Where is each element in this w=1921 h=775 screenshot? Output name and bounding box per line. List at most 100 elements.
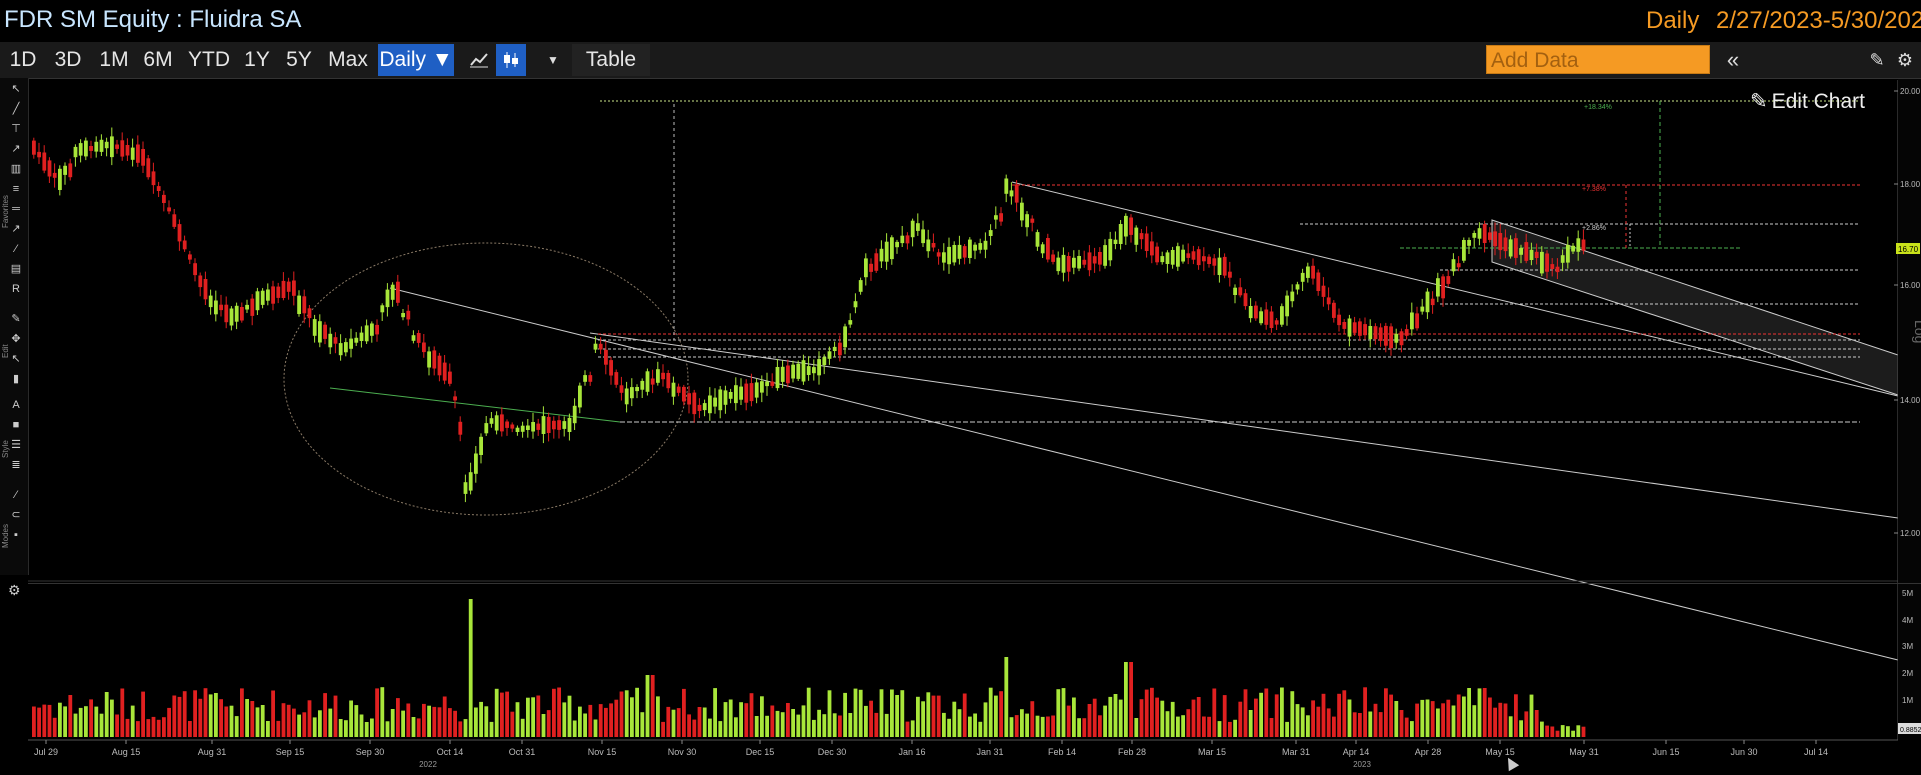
range-3d-button[interactable]: 3D [48, 44, 88, 76]
candle-body [874, 253, 879, 271]
fib-icon[interactable]: ≡ [8, 182, 24, 196]
range-ytd-button[interactable]: YTD [184, 44, 234, 76]
candle-body [390, 284, 395, 300]
candle-body [1056, 257, 1061, 272]
volume-bar [676, 708, 681, 737]
range-1y-button[interactable]: 1Y [240, 44, 274, 76]
candle-body [744, 383, 749, 403]
text-style-icon[interactable]: A [8, 398, 24, 412]
candle-body [973, 244, 977, 251]
lock-icon[interactable]: ▪ [8, 528, 24, 542]
range-1m-button[interactable]: 1M [94, 44, 134, 76]
pointer-icon[interactable]: ↖ [8, 82, 24, 96]
line-chart-icon[interactable] [464, 44, 494, 76]
volume-bar [1144, 689, 1149, 737]
trendline-icon[interactable]: ╱ [8, 102, 24, 116]
volume-bar [1186, 709, 1191, 737]
move-icon[interactable]: ✥ [8, 332, 24, 346]
x-tick-label: Jun 30 [1730, 747, 1757, 757]
pattern-icon[interactable]: ▤ [8, 262, 24, 276]
select-icon[interactable]: ↖ [8, 352, 24, 366]
line-style-icon[interactable]: ☰ [8, 438, 24, 452]
candle-body [1103, 245, 1107, 266]
channel-icon[interactable]: ▥ [8, 162, 24, 176]
edit-chart-button[interactable]: ✎ Edit Chart [1750, 86, 1865, 118]
volume-bar [916, 696, 920, 737]
parallel-icon[interactable]: ═ [8, 202, 24, 216]
magnet-icon[interactable]: ⊂ [8, 508, 24, 522]
candle-body [1004, 178, 1009, 194]
text-r-icon[interactable]: R [8, 282, 24, 296]
candle-body [968, 239, 972, 258]
volume-bar [474, 707, 478, 737]
candle-body [484, 423, 489, 434]
volume-bar [1425, 699, 1430, 737]
volume-bar [354, 705, 359, 737]
candle-body [926, 239, 931, 252]
volume-bar [1430, 701, 1435, 737]
candle-body [780, 366, 785, 382]
line-width-icon[interactable]: ≣ [8, 458, 24, 472]
add-data-input[interactable]: Add Data [1486, 45, 1710, 74]
volume-bar [604, 707, 608, 737]
fill-icon[interactable]: ■ [8, 418, 24, 432]
candle-body [328, 333, 333, 348]
last-volume-label: 0.8852 [1900, 727, 1921, 734]
volume-bar [432, 706, 437, 737]
volume-bar [1337, 693, 1341, 737]
ray-icon[interactable]: ↗ [8, 142, 24, 156]
eraser-icon[interactable]: ⁄ [8, 488, 24, 502]
candle-body [370, 323, 374, 336]
candle-body [1555, 266, 1560, 273]
collapse-chevron-icon[interactable]: « [1718, 44, 1748, 76]
interval-dropdown[interactable]: Daily ▼ [378, 44, 454, 76]
settings-gear-icon[interactable]: ⚙ [1890, 44, 1920, 76]
volume-bar [520, 718, 525, 737]
range-6m-button[interactable]: 6M [138, 44, 178, 76]
trash-icon[interactable]: ▮ [8, 372, 24, 386]
security-title: FDR SM Equity : Fluidra SA [4, 6, 302, 33]
table-button[interactable]: Table [572, 44, 650, 76]
volume-bar [42, 704, 47, 737]
range-1d-button[interactable]: 1D [4, 44, 42, 76]
candle-body [141, 149, 145, 166]
volume-bar [448, 708, 452, 737]
brush-icon[interactable]: ⁄ [8, 242, 24, 256]
volume-bar [1082, 718, 1087, 737]
volume-bar [1503, 703, 1508, 737]
horizontal-line-icon[interactable]: ⊤ [8, 122, 24, 136]
volume-bar [458, 721, 463, 737]
candle-body [1030, 218, 1035, 223]
volume-bar [926, 692, 931, 737]
volume-bar [349, 700, 353, 737]
chart-type-dropdown-icon[interactable]: ▼ [538, 44, 568, 76]
range-max-button[interactable]: Max [324, 44, 372, 76]
candle-body [697, 404, 702, 411]
candle-body [58, 168, 62, 190]
volume-bar [578, 706, 582, 737]
volume-settings-gear-icon[interactable]: ⚙ [8, 582, 21, 599]
candle-body [1134, 227, 1139, 245]
candle-body [1462, 240, 1466, 261]
volume-bar [68, 695, 73, 737]
volume-bar [1285, 721, 1289, 737]
date-range[interactable]: 2/27/2023-5/30/2023 [1716, 7, 1921, 35]
pen-icon[interactable]: ✎ [8, 312, 24, 326]
trendline [1011, 181, 1899, 397]
candlestick-chart-icon[interactable] [496, 44, 526, 76]
price-chart[interactable]: +18.34% +7.38% +2.86% 20.00 18.00 16.00 14.00… [0, 0, 1921, 775]
range-5y-button[interactable]: 5Y [280, 44, 318, 76]
pane-divider[interactable] [28, 583, 1921, 584]
volume-bar [1342, 690, 1347, 737]
candle-body [812, 367, 816, 374]
candle-body [562, 421, 567, 429]
arrow-icon[interactable]: ↗ [8, 222, 24, 236]
candle-body [895, 241, 899, 248]
edit-layout-icon[interactable]: ✎ [1862, 44, 1892, 76]
candle-body [1129, 217, 1133, 235]
candle-body [297, 295, 301, 314]
volume-bar [1295, 704, 1300, 737]
candle-body [396, 281, 400, 303]
candle-body [791, 364, 795, 379]
candle-body [266, 289, 270, 301]
